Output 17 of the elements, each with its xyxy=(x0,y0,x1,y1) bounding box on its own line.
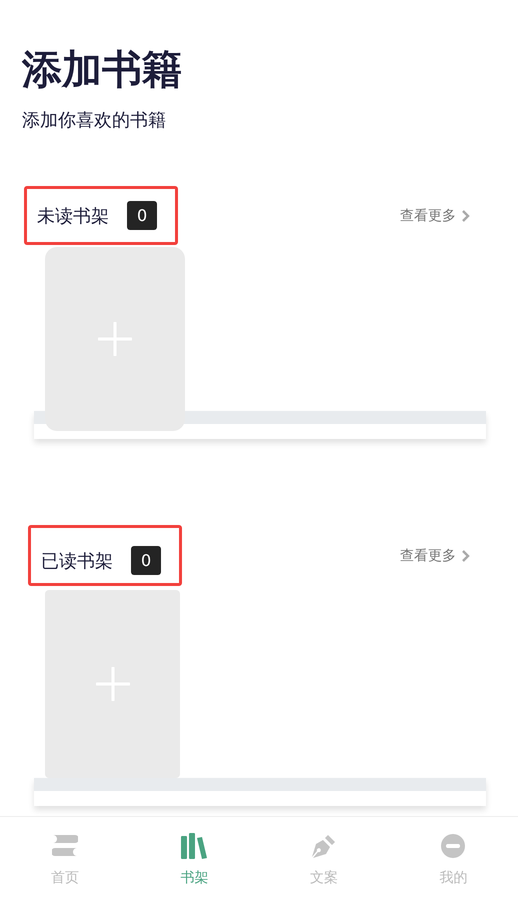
shelf-title: 未读书架 xyxy=(37,204,109,228)
tab-item[interactable]: 书架 xyxy=(130,817,259,899)
stacked-bars-icon xyxy=(52,833,78,859)
tab-item[interactable]: 首页 xyxy=(0,817,130,899)
chevron-right-icon xyxy=(461,210,470,222)
count-badge: 0 xyxy=(127,201,158,230)
tab-item[interactable]: 文案 xyxy=(259,817,388,899)
books-icon xyxy=(180,833,208,859)
tab-item[interactable]: 我的 xyxy=(388,817,518,899)
shelf-title: 已读书架 xyxy=(41,550,113,572)
chevron-right-icon xyxy=(461,550,470,562)
pen-nib-icon xyxy=(310,833,337,859)
page-title: 添加书籍 xyxy=(22,45,182,95)
see-more-link[interactable]: 查看更多 xyxy=(400,546,470,564)
count-badge: 0 xyxy=(131,546,162,575)
page-subtitle: 添加你喜欢的书籍 xyxy=(22,109,166,132)
see-more-link[interactable]: 查看更多 xyxy=(400,206,470,224)
